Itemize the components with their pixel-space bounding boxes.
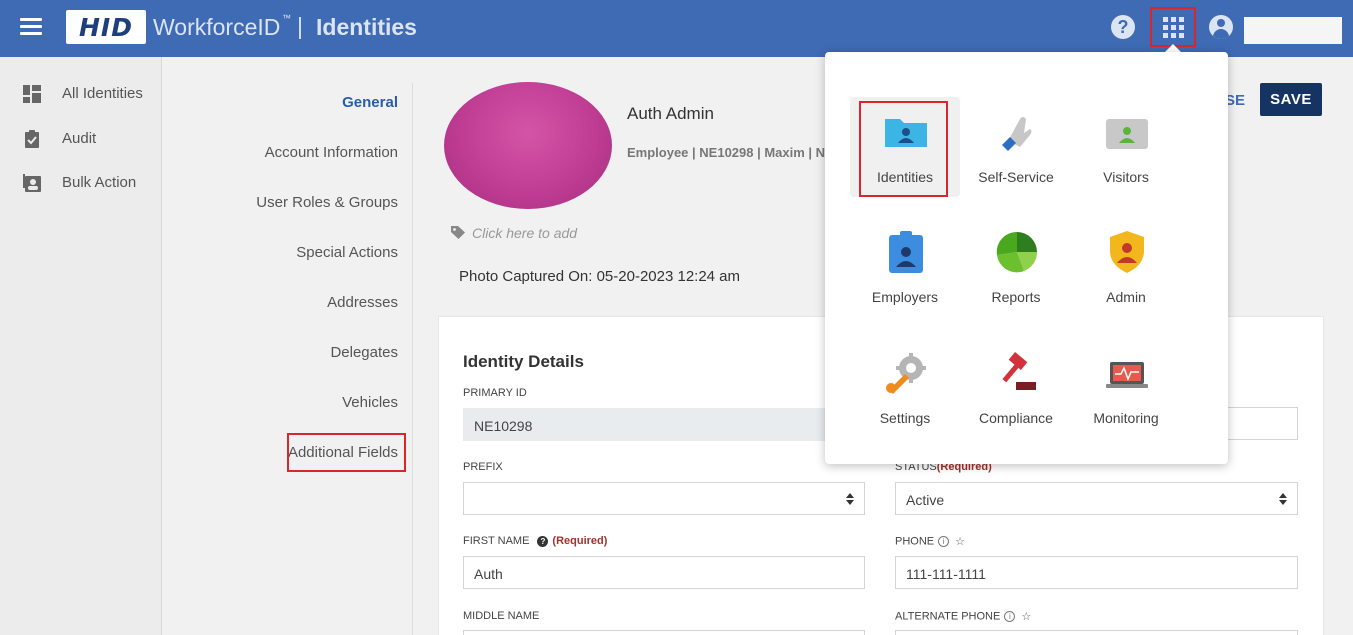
status-value: Active [906, 492, 945, 508]
identity-sections-nav: General Account Information User Roles &… [163, 57, 413, 635]
trademark: ™ [282, 13, 291, 23]
save-button[interactable]: SAVE [1260, 83, 1322, 116]
left-sidebar: All Identities Audit Bulk Action [0, 57, 162, 635]
additional-fields-highlight-box [287, 433, 406, 472]
top-header: HID WorkforceID ™ | Identities ? [0, 0, 1353, 57]
app-tile-admin[interactable]: Admin [1071, 217, 1181, 317]
phone-label-text: PHONE [895, 535, 935, 548]
tag-icon [451, 226, 465, 239]
prefix-label: PREFIX [463, 461, 503, 473]
app-tile-compliance[interactable]: Compliance [961, 338, 1071, 438]
title-separator: | [297, 13, 303, 39]
first-name-required-marker: (Required) [552, 535, 608, 547]
menu-icon[interactable] [20, 18, 42, 36]
profile-photo[interactable] [444, 82, 612, 209]
admin-shield-icon [1110, 231, 1144, 273]
star-icon[interactable]: ☆ [955, 535, 965, 548]
nav-delegates[interactable]: Delegates [330, 344, 398, 361]
alternate-phone-input[interactable] [895, 630, 1298, 635]
app-tile-label: Compliance [979, 410, 1053, 426]
middle-name-input[interactable] [463, 630, 865, 635]
profile-name: Auth Admin [627, 104, 714, 123]
visitors-badge-icon [1106, 119, 1148, 149]
app-tile-label: Admin [1106, 289, 1146, 305]
star-icon[interactable]: ☆ [1021, 610, 1031, 623]
nav-user-roles-groups[interactable]: User Roles & Groups [256, 194, 398, 211]
alternate-phone-label-text: ALTERNATE PHONE [895, 610, 1001, 623]
alternate-phone-label: ALTERNATE PHONE i ☆ [895, 610, 1031, 623]
app-tile-label: Reports [991, 289, 1041, 305]
info-icon[interactable]: i [1004, 611, 1016, 622]
app-tile-label: Settings [879, 410, 931, 426]
hid-logo: HID [66, 10, 146, 44]
employers-badge-icon [889, 231, 923, 273]
reports-pie-icon [996, 231, 1038, 273]
compliance-gavel-icon [1002, 352, 1036, 390]
close-link[interactable]: SE [1225, 92, 1245, 109]
add-tag-label: Click here to add [472, 225, 578, 241]
status-select[interactable]: Active [895, 482, 1298, 515]
first-name-input[interactable]: Auth [463, 556, 865, 589]
first-name-label: FIRST NAME? (Required) [463, 535, 607, 547]
help-icon[interactable]: ? [1111, 15, 1135, 39]
app-tile-employers[interactable]: Employers [850, 217, 960, 317]
sidebar-item-label: All Identities [62, 85, 143, 102]
photo-captured-date: Photo Captured On: 05-20-2023 12:24 am [459, 268, 741, 285]
nav-account-information[interactable]: Account Information [265, 144, 398, 161]
prefix-select[interactable] [463, 482, 865, 515]
app-tile-label: Monitoring [1093, 410, 1159, 426]
nav-general[interactable]: General [342, 94, 398, 111]
primary-id-field: NE10298 [463, 408, 865, 441]
middle-name-label: MIDDLE NAME [463, 610, 540, 622]
identity-details-title: Identity Details [463, 352, 584, 371]
nav-special-actions[interactable]: Special Actions [296, 244, 398, 261]
app-tile-monitoring[interactable]: Monitoring [1071, 338, 1181, 438]
first-name-label-text: FIRST NAME [463, 535, 530, 547]
app-tile-visitors[interactable]: Visitors [1071, 97, 1181, 197]
app-name: WorkforceID [153, 14, 281, 40]
nav-vehicles[interactable]: Vehicles [342, 394, 398, 411]
app-tile-self-service[interactable]: Self-Service [961, 97, 1071, 197]
sidebar-item-label: Audit [62, 130, 97, 147]
app-tile-label: Employers [871, 289, 939, 305]
settings-wrench-gear-icon [886, 353, 926, 394]
app-tile-label: Visitors [1103, 169, 1149, 185]
identities-highlight-box [859, 101, 948, 197]
select-arrows-icon [1279, 493, 1287, 505]
app-tile-label: Self-Service [978, 169, 1054, 185]
profile-meta: Employee | NE10298 | Maxim | Ne [627, 145, 827, 160]
page-section-title: Identities [316, 14, 417, 40]
user-name-box[interactable] [1244, 17, 1342, 44]
question-icon[interactable]: ? [537, 535, 549, 547]
clipboard-check-icon [25, 130, 39, 148]
nav-divider [412, 83, 413, 635]
self-service-hand-icon [1002, 117, 1032, 151]
nav-addresses[interactable]: Addresses [327, 294, 398, 311]
app-launcher-button[interactable] [1150, 7, 1196, 47]
monitoring-laptop-icon [1106, 362, 1148, 388]
select-arrows-icon [846, 493, 854, 505]
user-account-icon[interactable] [1209, 15, 1233, 39]
info-icon[interactable]: i [938, 536, 950, 547]
dashboard-icon [23, 85, 41, 103]
app-tile-settings[interactable]: Settings [850, 338, 960, 438]
phone-label: PHONE i ☆ [895, 535, 965, 548]
primary-id-label: PRIMARY ID [463, 387, 527, 399]
sidebar-item-bulk-action[interactable]: Bulk Action [0, 166, 162, 200]
app-tile-reports[interactable]: Reports [961, 217, 1071, 317]
logo-text: HID [79, 13, 133, 42]
sidebar-item-audit[interactable]: Audit [0, 122, 162, 156]
sidebar-item-label: Bulk Action [62, 174, 137, 191]
contact-list-icon [23, 174, 41, 192]
sidebar-item-all-identities[interactable]: All Identities [0, 77, 162, 111]
apps-grid-icon [1163, 17, 1184, 38]
phone-input[interactable]: 111-111-1111 [895, 556, 1298, 589]
